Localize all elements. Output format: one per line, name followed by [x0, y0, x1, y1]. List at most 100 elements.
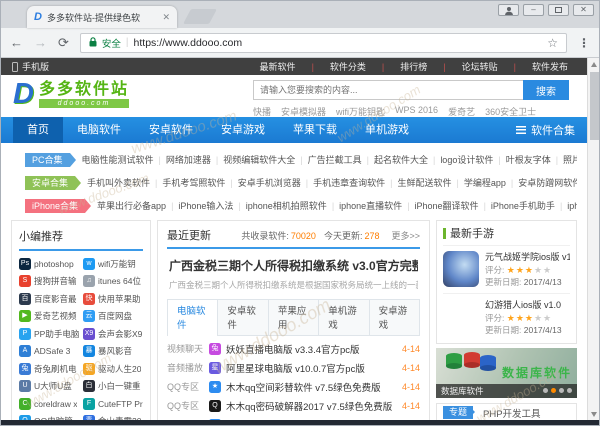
site-logo[interactable]: D 多多软件站 ddooo.com [13, 79, 213, 109]
topbar-link[interactable]: 排行榜 [374, 60, 435, 73]
hot-word-link[interactable]: 360安全卫士 [485, 105, 536, 118]
update-category[interactable]: 视频聊天 [167, 342, 209, 355]
topbar-link[interactable]: 软件分类 [304, 60, 374, 73]
update-category[interactable]: QQ专区 [167, 380, 209, 393]
nav-item[interactable]: 安卓软件 [135, 117, 207, 143]
collection-link[interactable]: 苹果出行必备app [97, 199, 166, 212]
hot-word-link[interactable]: WPS 2016 [395, 105, 438, 118]
back-icon[interactable]: ← [10, 36, 23, 49]
app-item[interactable]: X9 会声会影X9 [83, 327, 143, 341]
scroll-down-icon[interactable] [588, 407, 599, 420]
close-button[interactable]: ✕ [573, 4, 594, 16]
tab-close-icon[interactable]: ✕ [162, 12, 170, 23]
topic-title-link[interactable]: PHP开发工具 [483, 406, 541, 420]
hot-word-link[interactable]: 爱奇艺 [448, 105, 475, 118]
featured-software[interactable]: 广西金税三期个人所得税扣缴系统 v3.0官方完整安装 广西金税三期个人所得税扣缴… [167, 249, 420, 297]
address-bar[interactable]: 安全 | https://www.ddooo.com ☆ [80, 33, 567, 53]
game-item[interactable]: 幻游猎人ios版 v1.0 评分: ★★★★★ 更新日期: 2017/4/13 [443, 293, 570, 341]
nav-item[interactable]: 电脑软件 [63, 117, 135, 143]
nav-item[interactable]: 安卓游戏 [207, 117, 279, 143]
collection-link[interactable]: 手机考驾照软件 [150, 176, 225, 189]
recent-tab[interactable]: 苹果应用 [269, 299, 319, 335]
browser-tab[interactable]: D 多多软件站-提供绿色软 ✕ [27, 6, 177, 28]
page-scrollbar[interactable] [587, 58, 599, 420]
collection-link[interactable]: 视频编辑软件大全 [211, 153, 295, 166]
recent-tab[interactable]: 单机游戏 [319, 299, 369, 335]
topbar-link[interactable]: 论坛转贴 [435, 60, 505, 73]
collection-link[interactable]: iPhone手机助手 [479, 199, 555, 212]
new-tab-button[interactable] [183, 9, 217, 24]
topbar-link[interactable]: 最新软件 [252, 60, 304, 73]
software-title-link[interactable]: 木木qq密码破解器2017 v7.5绿色免费版 [226, 399, 398, 413]
nav-item[interactable]: 首页 [13, 117, 63, 143]
collection-link[interactable]: 生鲜配送软件 [385, 176, 451, 189]
collection-link[interactable]: iphone相机拍照软件 [233, 199, 326, 212]
more-link[interactable]: 更多>> [391, 229, 420, 242]
collection-link[interactable]: 电脑性能测试软件 [82, 153, 154, 166]
minimize-button[interactable]: – [523, 4, 544, 16]
nav-item[interactable]: 苹果下载 [279, 117, 351, 143]
app-item[interactable]: 驱 驱动人生20 [83, 362, 143, 376]
collection-link[interactable]: 手机叫外卖软件 [87, 176, 150, 189]
collection-link[interactable]: iphone直播软件 [327, 199, 402, 212]
pc-collection-label[interactable]: PC合集 [25, 153, 70, 167]
game-title[interactable]: 元气战姬学院ios版 v1.0 [485, 251, 570, 263]
featured-title[interactable]: 广西金税三期个人所得税扣缴系统 v3.0官方完整安装 [169, 257, 418, 274]
scrollbar-thumb[interactable] [590, 72, 599, 140]
app-item[interactable]: 白 小白一键重 [83, 380, 143, 394]
app-item[interactable]: 快 快用苹果助 [83, 292, 143, 306]
carousel-dot-active[interactable] [551, 388, 556, 393]
hot-word-link[interactable]: 快播 [253, 105, 271, 118]
app-item[interactable]: 兔 奇兔刷机电 [19, 362, 79, 376]
collection-link[interactable]: 安卓手机浏览器 [225, 176, 300, 189]
collection-link[interactable]: iphone收音机软件 [555, 199, 577, 212]
app-item[interactable]: 百 百度影音最 [19, 292, 79, 306]
refresh-icon[interactable]: ⟳ [58, 36, 69, 49]
collection-link[interactable]: 广告拦截工具 [295, 153, 361, 166]
app-item[interactable]: ♫ itunes 64位 [83, 275, 143, 289]
app-item[interactable]: 暴 暴风影音 [83, 345, 143, 359]
recent-tab[interactable]: 安卓游戏 [370, 299, 420, 335]
recent-tab[interactable]: 安卓软件 [218, 299, 268, 335]
forward-icon[interactable]: → [34, 36, 47, 49]
software-title-link[interactable]: 阿里星球电脑版 v10.0.7官方pc版 [226, 361, 398, 375]
app-item[interactable]: P PP助手电脑 [19, 327, 79, 341]
app-item[interactable]: A ADSafe 3 [19, 345, 79, 359]
url-text[interactable]: https://www.ddooo.com [134, 37, 543, 49]
game-item[interactable]: 元气战姬学院ios版 v1.0 评分: ★★★★★ 更新日期: 2017/4/1… [443, 245, 570, 293]
maximize-button[interactable] [548, 4, 569, 16]
hot-word-link[interactable]: 安卓模拟器 [281, 105, 326, 118]
search-button[interactable]: 搜索 [523, 80, 569, 100]
update-category[interactable]: QQ专区 [167, 399, 209, 412]
app-item[interactable]: F CuteFTP Pr [83, 397, 143, 411]
bookmark-star-icon[interactable]: ☆ [547, 36, 558, 50]
search-input[interactable] [253, 80, 523, 100]
carousel-dot[interactable] [567, 388, 572, 393]
browser-menu-icon[interactable]: ⋮ [578, 36, 590, 50]
game-title[interactable]: 幻游猎人ios版 v1.0 [485, 299, 570, 311]
hot-word-link[interactable]: wifi万能钥匙 [336, 105, 385, 118]
app-item[interactable]: Ps photoshop [19, 257, 79, 271]
nav-collections[interactable]: 软件合集 [516, 122, 575, 138]
scroll-up-icon[interactable] [588, 58, 599, 71]
collection-link[interactable]: 安卓防蹭网软件 [506, 176, 577, 189]
android-collection-label[interactable]: 安卓合集 [25, 176, 75, 190]
update-category[interactable]: 音频播放 [167, 361, 209, 374]
collection-link[interactable]: 叶根友字体 [493, 153, 550, 166]
recent-tab[interactable]: 电脑软件 [167, 299, 218, 336]
collection-link[interactable]: iPhone输入法 [166, 199, 233, 212]
app-item[interactable]: ▶ 爱奇艺视频 [19, 310, 79, 324]
nav-item[interactable]: 单机游戏 [351, 117, 423, 143]
carousel-dot[interactable] [543, 388, 548, 393]
app-item[interactable]: C coreldraw x [19, 397, 79, 411]
carousel-dot[interactable] [559, 388, 564, 393]
mobile-version-link[interactable]: 手机版 [22, 60, 49, 73]
topbar-link[interactable]: 软件发布 [506, 60, 576, 73]
collection-link[interactable]: 起名软件大全 [362, 153, 428, 166]
collection-link[interactable]: iPhone翻译软件 [402, 199, 478, 212]
collection-link[interactable]: logo设计软件 [428, 153, 493, 166]
app-item[interactable]: w wifi万能钥 [83, 257, 143, 271]
app-item[interactable]: 云 百度网盘 [83, 310, 143, 324]
iphone-collection-label[interactable]: iPhone合集 [25, 199, 85, 213]
app-item[interactable]: S 搜狗拼音输 [19, 275, 79, 289]
